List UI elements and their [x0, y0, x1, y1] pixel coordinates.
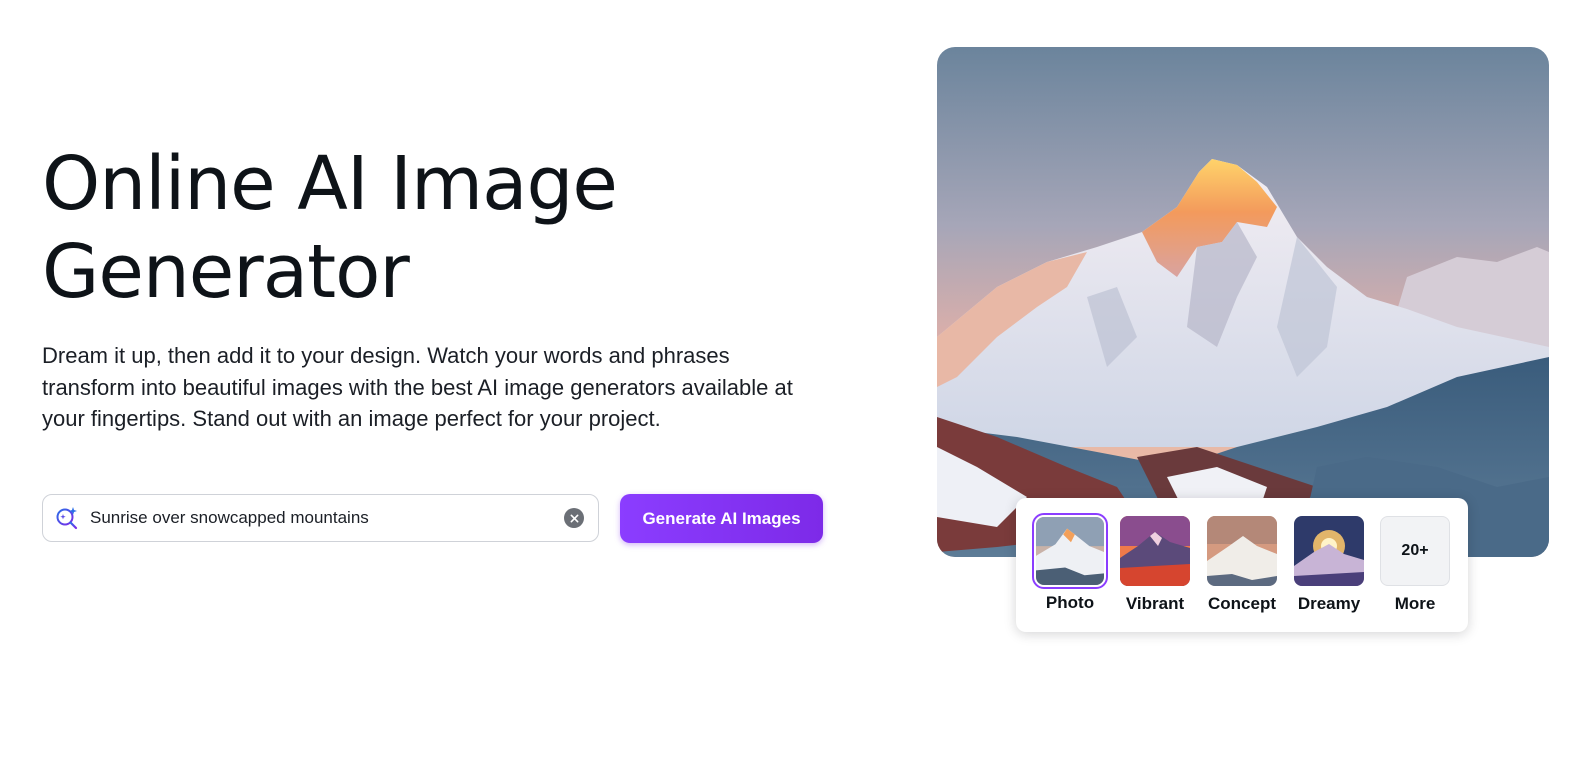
hero-mountain-image	[937, 47, 1549, 557]
page-title: Online AI Image Generator	[42, 141, 618, 315]
style-picker-panel: Photo Vibrant Concept Dreamy 20+ More	[1016, 498, 1468, 632]
clear-icon[interactable]	[564, 508, 584, 528]
ai-search-icon	[54, 505, 80, 531]
style-label-more: More	[1394, 594, 1436, 613]
hero-description: Dream it up, then add it to your design.…	[42, 343, 793, 431]
style-label-dreamy: Dreamy	[1297, 594, 1361, 613]
prompt-input[interactable]	[90, 495, 564, 541]
concept-thumbnail	[1207, 516, 1277, 586]
style-label-concept: Concept	[1208, 594, 1276, 613]
photo-thumbnail	[1032, 513, 1108, 589]
prompt-search-box[interactable]	[42, 494, 599, 542]
style-option-dreamy[interactable]: Dreamy	[1289, 516, 1369, 614]
style-option-photo[interactable]: Photo	[1030, 513, 1110, 613]
style-option-vibrant[interactable]: Vibrant	[1115, 516, 1195, 614]
dreamy-thumbnail	[1294, 516, 1364, 586]
style-option-more[interactable]: 20+ More	[1375, 516, 1455, 614]
style-label-photo: Photo	[1045, 593, 1095, 612]
more-styles-badge: 20+	[1380, 516, 1450, 586]
generate-ai-images-button[interactable]: Generate AI Images	[620, 494, 823, 543]
style-option-concept[interactable]: Concept	[1202, 516, 1282, 614]
vibrant-thumbnail	[1120, 516, 1190, 586]
style-label-vibrant: Vibrant	[1125, 594, 1185, 613]
